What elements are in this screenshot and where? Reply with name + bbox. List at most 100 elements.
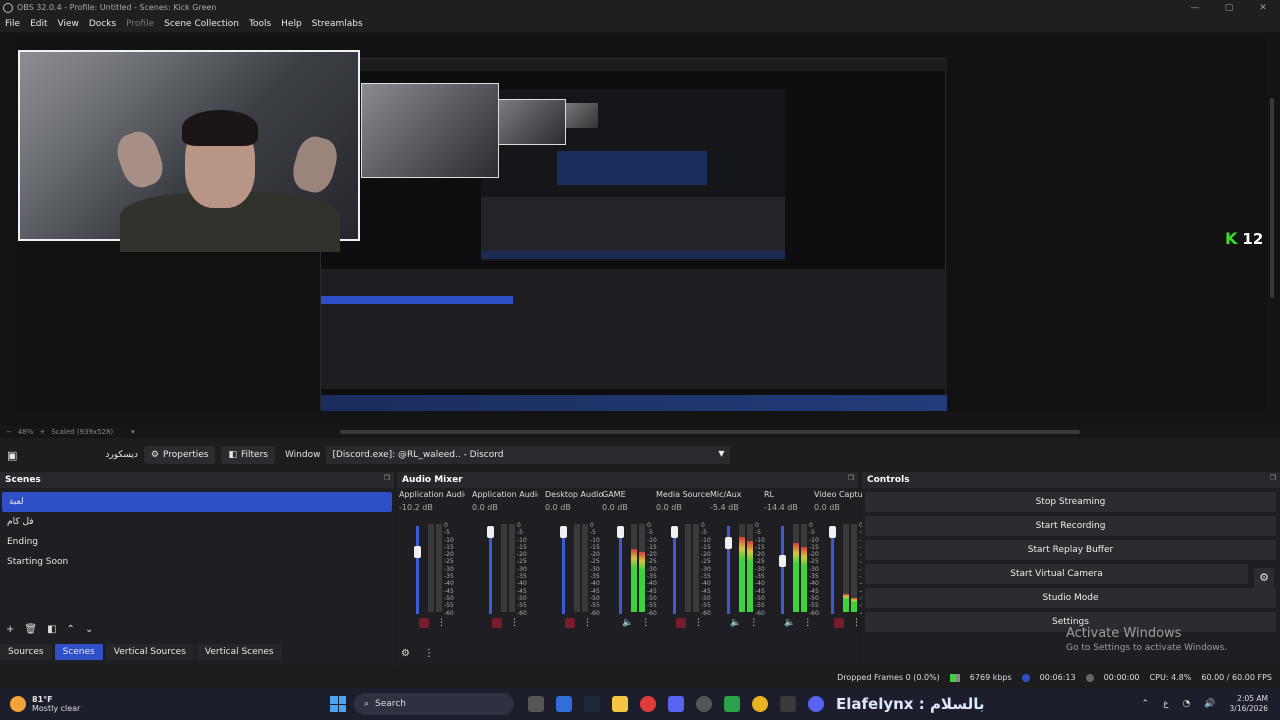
- muted-speaker-icon[interactable]: [492, 618, 502, 628]
- chevron-up-icon[interactable]: ⌃: [1142, 699, 1150, 709]
- channel-menu-icon[interactable]: ⋮: [437, 618, 446, 628]
- discord-active-icon[interactable]: [808, 696, 824, 712]
- move-up-icon[interactable]: ⌃: [67, 624, 75, 640]
- taskbar-search[interactable]: ⌕ Search: [354, 693, 514, 715]
- start-icon[interactable]: [330, 696, 346, 712]
- start-virtual-camera-button[interactable]: Start Virtual Camera: [865, 564, 1248, 584]
- volume-slider[interactable]: [779, 526, 786, 614]
- zoom-menu-button[interactable]: ▾: [131, 428, 135, 436]
- menu-streamlabs[interactable]: Streamlabs: [307, 19, 368, 29]
- add-icon[interactable]: +: [6, 624, 14, 640]
- undock-icon[interactable]: ❐: [1270, 474, 1276, 482]
- scene-item[interactable]: فل كام: [0, 512, 394, 532]
- volume-slider-knob[interactable]: [617, 526, 624, 538]
- language-indicator[interactable]: ع: [1163, 699, 1168, 709]
- edge-icon[interactable]: [556, 696, 572, 712]
- speaker-icon[interactable]: 🔈: [730, 618, 741, 628]
- properties-button[interactable]: ⚙ Properties: [143, 446, 216, 464]
- volume-slider-knob[interactable]: [779, 554, 786, 567]
- menu-profile[interactable]: Profile: [121, 19, 159, 29]
- muted-speaker-icon[interactable]: [419, 618, 429, 628]
- network-icon[interactable]: ◔: [1182, 699, 1190, 709]
- scene-item[interactable]: لعبة: [2, 492, 392, 512]
- task-view-icon[interactable]: [528, 696, 544, 712]
- db-tick-label: -40: [444, 580, 454, 588]
- channel-menu-icon[interactable]: ⋮: [803, 618, 812, 628]
- speaker-icon[interactable]: 🔈: [622, 618, 633, 628]
- app-icon[interactable]: [780, 696, 796, 712]
- db-tick-label: 0: [590, 522, 594, 529]
- channel-menu-icon[interactable]: ⋮: [510, 618, 519, 628]
- start-replay-buffer-button[interactable]: Start Replay Buffer: [865, 540, 1276, 560]
- windows-taskbar: 81°F Mostly clear ⌕ Search Elafelynx : ب…: [0, 688, 1280, 720]
- steam-icon[interactable]: [584, 696, 600, 712]
- maximize-button[interactable]: ▢: [1212, 3, 1246, 13]
- minimize-button[interactable]: —: [1178, 3, 1212, 13]
- volume-slider-knob[interactable]: [671, 526, 678, 538]
- volume-slider-knob[interactable]: [725, 536, 732, 549]
- virtual-camera-settings-icon[interactable]: ⚙: [1254, 568, 1274, 588]
- kick-taskbar-icon[interactable]: [724, 696, 740, 712]
- volume-slider-knob[interactable]: [560, 526, 567, 538]
- speaker-icon[interactable]: 🔈: [784, 618, 795, 628]
- tab-sources[interactable]: Sources: [0, 644, 52, 660]
- channel-menu-icon[interactable]: ⋮: [852, 618, 861, 628]
- menu-tools[interactable]: Tools: [244, 19, 276, 29]
- volume-slider[interactable]: [829, 526, 836, 614]
- channel-menu-icon[interactable]: ⋮: [641, 618, 650, 628]
- studio-mode-button[interactable]: Studio Mode: [865, 588, 1276, 608]
- preview-horizontal-scrollbar[interactable]: [340, 430, 1080, 434]
- tab-vertical-sources[interactable]: Vertical Sources: [105, 644, 194, 660]
- discord-icon[interactable]: [668, 696, 684, 712]
- advanced-audio-icon[interactable]: ⚙: [401, 648, 410, 659]
- volume-slider-knob[interactable]: [487, 526, 494, 538]
- zoom-in-button[interactable]: +: [39, 428, 45, 436]
- more-options-icon[interactable]: ⋮: [424, 648, 434, 659]
- db-tick-label: -15: [590, 543, 600, 551]
- scene-item[interactable]: Ending: [0, 532, 394, 552]
- trash-icon[interactable]: 🗑: [24, 624, 37, 640]
- pinterest-icon[interactable]: [640, 696, 656, 712]
- preview-vertical-scrollbar[interactable]: [1270, 98, 1274, 298]
- volume-slider-knob[interactable]: [829, 526, 836, 538]
- menu-docks[interactable]: Docks: [84, 19, 121, 29]
- scene-item[interactable]: Starting Soon: [0, 552, 394, 572]
- filters-button[interactable]: ◧ Filters: [221, 446, 275, 464]
- menu-view[interactable]: View: [53, 19, 84, 29]
- volume-slider[interactable]: [725, 526, 732, 614]
- start-recording-button[interactable]: Start Recording: [865, 516, 1276, 536]
- channel-menu-icon[interactable]: ⋮: [583, 618, 592, 628]
- menu-edit[interactable]: Edit: [25, 19, 52, 29]
- tab-scenes[interactable]: Scenes: [54, 644, 103, 660]
- undock-icon[interactable]: ❐: [384, 474, 390, 482]
- menu-scene-collection[interactable]: Scene Collection: [159, 19, 244, 29]
- webcam-source[interactable]: [18, 50, 360, 252]
- menu-file[interactable]: File: [0, 19, 25, 29]
- channel-menu-icon[interactable]: ⋮: [749, 618, 758, 628]
- volume-slider-knob[interactable]: [414, 546, 421, 559]
- move-down-icon[interactable]: ⌄: [85, 624, 93, 640]
- file-explorer-icon[interactable]: [612, 696, 628, 712]
- menu-help[interactable]: Help: [276, 19, 307, 29]
- close-button[interactable]: ✕: [1246, 3, 1280, 13]
- muted-speaker-icon[interactable]: [676, 618, 686, 628]
- undock-icon[interactable]: ❐: [848, 474, 854, 482]
- clock[interactable]: 2:05 AM 3/16/2026: [1230, 694, 1268, 714]
- volume-slider[interactable]: [487, 526, 494, 614]
- volume-slider[interactable]: [560, 526, 567, 614]
- channel-menu-icon[interactable]: ⋮: [694, 618, 703, 628]
- muted-speaker-icon[interactable]: [565, 618, 575, 628]
- volume-slider[interactable]: [617, 526, 624, 614]
- stop-streaming-button[interactable]: Stop Streaming: [865, 492, 1276, 512]
- zoom-out-button[interactable]: −: [6, 428, 12, 436]
- muted-speaker-icon[interactable]: [834, 618, 844, 628]
- chrome-icon[interactable]: [752, 696, 768, 712]
- volume-icon[interactable]: 🔊: [1204, 699, 1215, 709]
- volume-slider[interactable]: [671, 526, 678, 614]
- window-select[interactable]: [Discord.exe]: @RL_waleed.. - Discord ▼: [326, 446, 731, 464]
- weather-widget[interactable]: 81°F Mostly clear: [10, 695, 310, 713]
- obs-taskbar-icon[interactable]: [696, 696, 712, 712]
- tab-vertical-scenes[interactable]: Vertical Scenes: [196, 644, 282, 660]
- filter-icon[interactable]: ◧: [47, 624, 56, 640]
- volume-slider[interactable]: [414, 526, 421, 614]
